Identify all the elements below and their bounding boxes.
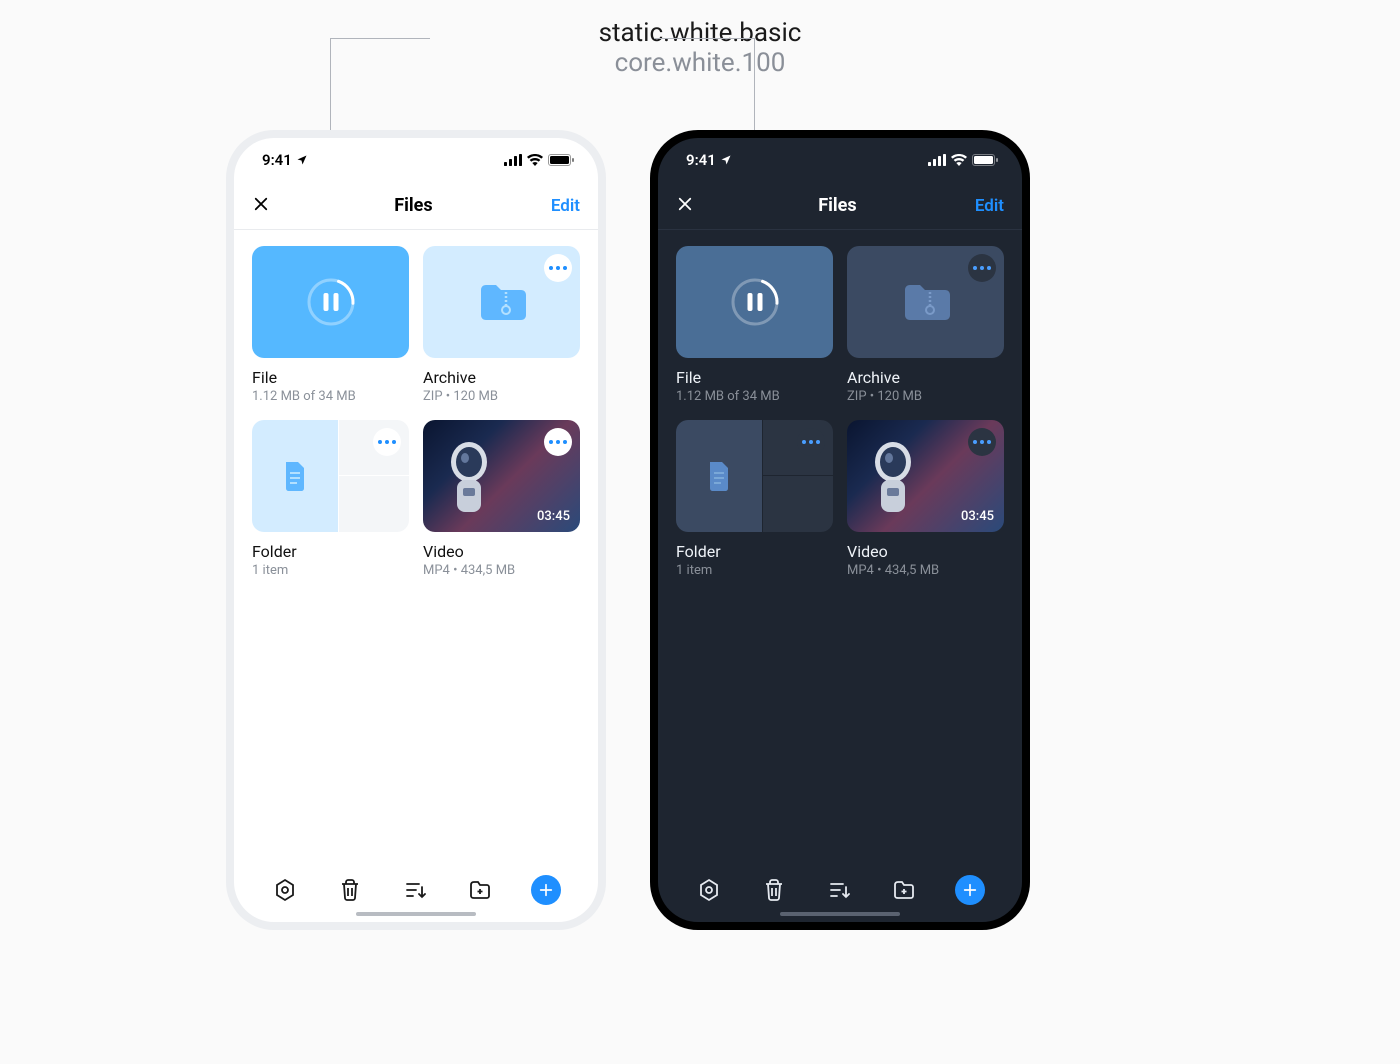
- pause-icon[interactable]: [323, 293, 338, 311]
- battery-icon: [548, 154, 574, 166]
- video-duration: 03:45: [961, 509, 994, 524]
- plus-icon: [538, 882, 554, 898]
- sort-button[interactable]: [825, 876, 853, 904]
- sort-icon: [827, 878, 851, 902]
- folder-plus-icon: [468, 878, 492, 902]
- design-token-annotation: static.white.basic core.white.100: [0, 18, 1400, 78]
- add-button[interactable]: [955, 875, 985, 905]
- close-icon: [676, 195, 694, 213]
- phone-mockup-light: 9:41 Files Edit: [226, 130, 606, 930]
- more-button[interactable]: [544, 428, 572, 456]
- settings-hexagon-icon: [273, 878, 297, 902]
- page-title: Files: [818, 195, 856, 216]
- tile-subtitle: ZIP • 120 MB: [847, 389, 1004, 404]
- more-button[interactable]: [968, 428, 996, 456]
- wifi-icon: [951, 154, 967, 166]
- file-tile-uploading[interactable]: File 1.12 MB of 34 MB: [676, 246, 833, 404]
- file-tile-folder[interactable]: Folder 1 item: [676, 420, 833, 578]
- status-time: 9:41: [686, 151, 716, 169]
- close-icon: [252, 195, 270, 213]
- wifi-icon: [527, 154, 543, 166]
- delete-button[interactable]: [336, 876, 364, 904]
- cellular-icon: [928, 154, 946, 166]
- settings-button[interactable]: [695, 876, 723, 904]
- file-tile-archive[interactable]: Archive ZIP • 120 MB: [847, 246, 1004, 404]
- settings-hexagon-icon: [697, 878, 721, 902]
- tile-subtitle: MP4 • 434,5 MB: [423, 563, 580, 578]
- video-thumbnail-art: [865, 438, 925, 518]
- location-icon: [720, 154, 732, 166]
- tile-subtitle: ZIP • 120 MB: [423, 389, 580, 404]
- annotation-connector: [330, 38, 430, 39]
- tile-title: File: [252, 368, 409, 387]
- sort-icon: [403, 878, 427, 902]
- annotation-connector: [654, 38, 754, 39]
- delete-button[interactable]: [760, 876, 788, 904]
- zip-folder-icon: [477, 282, 527, 322]
- token-value: core.white.100: [0, 48, 1400, 78]
- tile-subtitle: 1.12 MB of 34 MB: [676, 389, 833, 404]
- more-button[interactable]: [373, 428, 401, 456]
- home-indicator[interactable]: [356, 912, 476, 916]
- page-title: Files: [394, 195, 432, 216]
- tile-title: Folder: [252, 542, 409, 561]
- sort-button[interactable]: [401, 876, 429, 904]
- file-tile-video[interactable]: 03:45 Video MP4 • 434,5 MB: [847, 420, 1004, 578]
- file-tile-uploading[interactable]: File 1.12 MB of 34 MB: [252, 246, 409, 404]
- tile-subtitle: MP4 • 434,5 MB: [847, 563, 1004, 578]
- tile-title: Video: [423, 542, 580, 561]
- video-duration: 03:45: [537, 509, 570, 524]
- token-name: static.white.basic: [0, 18, 1400, 48]
- video-thumbnail-art: [441, 438, 501, 518]
- tile-title: Video: [847, 542, 1004, 561]
- battery-icon: [972, 154, 998, 166]
- phone-mockup-dark: 9:41 Files Edit: [650, 130, 1030, 930]
- trash-icon: [338, 878, 362, 902]
- document-icon: [282, 460, 308, 492]
- tile-title: Archive: [423, 368, 580, 387]
- nav-bar: Files Edit: [658, 182, 1022, 230]
- tile-title: Archive: [847, 368, 1004, 387]
- home-indicator[interactable]: [780, 912, 900, 916]
- nav-bar: Files Edit: [234, 182, 598, 230]
- status-bar: 9:41: [658, 138, 1022, 182]
- plus-icon: [962, 882, 978, 898]
- pause-icon[interactable]: [747, 293, 762, 311]
- edit-button[interactable]: Edit: [551, 196, 580, 216]
- status-time: 9:41: [262, 151, 292, 169]
- cellular-icon: [504, 154, 522, 166]
- settings-button[interactable]: [271, 876, 299, 904]
- file-grid: File 1.12 MB of 34 MB Archive ZIP • 120 …: [234, 230, 598, 858]
- more-button[interactable]: [797, 428, 825, 456]
- tile-subtitle: 1 item: [676, 563, 833, 578]
- trash-icon: [762, 878, 786, 902]
- new-folder-button[interactable]: [890, 876, 918, 904]
- file-tile-folder[interactable]: Folder 1 item: [252, 420, 409, 578]
- tile-title: File: [676, 368, 833, 387]
- more-button[interactable]: [544, 254, 572, 282]
- tile-subtitle: 1 item: [252, 563, 409, 578]
- folder-plus-icon: [892, 878, 916, 902]
- close-button[interactable]: [676, 194, 700, 218]
- more-button[interactable]: [968, 254, 996, 282]
- tile-title: Folder: [676, 542, 833, 561]
- status-bar: 9:41: [234, 138, 598, 182]
- document-icon: [706, 460, 732, 492]
- add-button[interactable]: [531, 875, 561, 905]
- zip-folder-icon: [901, 282, 951, 322]
- close-button[interactable]: [252, 194, 276, 218]
- file-tile-archive[interactable]: Archive ZIP • 120 MB: [423, 246, 580, 404]
- file-tile-video[interactable]: 03:45 Video MP4 • 434,5 MB: [423, 420, 580, 578]
- location-icon: [296, 154, 308, 166]
- file-grid: File 1.12 MB of 34 MB Archive ZIP • 120 …: [658, 230, 1022, 858]
- edit-button[interactable]: Edit: [975, 196, 1004, 216]
- tile-subtitle: 1.12 MB of 34 MB: [252, 389, 409, 404]
- new-folder-button[interactable]: [466, 876, 494, 904]
